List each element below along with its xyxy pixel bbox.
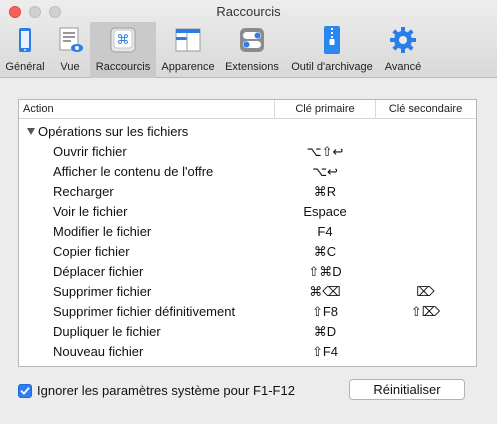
table-row[interactable]: Nouveau fichier ⇧F4	[19, 342, 476, 362]
table-row[interactable]: Recharger ⌘R	[19, 182, 476, 202]
table-row[interactable]: Supprimer fichier ⌘⌫ ⌦	[19, 282, 476, 302]
tab-advanced-label: Avancé	[384, 61, 422, 73]
list-eye-icon	[55, 25, 85, 55]
row-secondary-key[interactable]: ⇧⌦	[375, 304, 476, 320]
tab-extensions-label: Extensions	[225, 61, 279, 73]
row-primary-key[interactable]: ⌘R	[275, 184, 375, 200]
row-primary-key[interactable]: ⇧F4	[275, 344, 375, 360]
row-primary-key[interactable]: ⇧F8	[275, 304, 375, 320]
column-header-secondary[interactable]: Clé secondaire	[375, 103, 476, 115]
window-layout-icon	[173, 25, 203, 55]
row-primary-key[interactable]: ⌥⇧↩	[275, 144, 375, 160]
checkmark-icon	[20, 386, 30, 394]
row-action: Supprimer fichier définitivement	[53, 304, 236, 319]
tab-view-label: Vue	[60, 61, 80, 73]
row-primary-key[interactable]: ⇧⌘D	[275, 264, 375, 280]
command-key-icon: ⌘	[108, 25, 138, 55]
row-action: Copier fichier	[53, 244, 130, 259]
row-action: Ouvrir fichier	[53, 144, 127, 159]
table-row[interactable]: Copier fichier ⌘C	[19, 242, 476, 262]
table-header: Action Clé primaire Clé secondaire	[19, 100, 476, 119]
group-label: Opérations sur les fichiers	[38, 124, 189, 139]
toggle-switches-icon	[237, 25, 267, 55]
tab-general-label: Général	[5, 61, 45, 73]
row-primary-key[interactable]: Espace	[275, 204, 375, 219]
table-row[interactable]: Modifier le fichier F4	[19, 222, 476, 242]
row-action: Recharger	[53, 184, 114, 199]
tab-archive-tool-label: Outil d'archivage	[291, 61, 373, 73]
table-row[interactable]: Voir le fichier Espace	[19, 202, 476, 222]
tab-advanced[interactable]: Avancé	[380, 22, 426, 78]
row-primary-key[interactable]: ⌘D	[275, 324, 375, 340]
row-action: Dupliquer le fichier	[53, 324, 161, 339]
window-title: Raccourcis	[216, 4, 281, 19]
tab-shortcuts-label: Raccourcis	[95, 61, 151, 73]
tab-appearance[interactable]: Apparence	[156, 22, 220, 78]
tab-general[interactable]: Général	[0, 22, 50, 78]
table-row[interactable]: Ouvrir fichier ⌥⇧↩	[19, 142, 476, 162]
row-action: Afficher le contenu de l'offre	[53, 164, 214, 179]
table-row[interactable]: Supprimer fichier définitivement ⇧F8 ⇧⌦	[19, 302, 476, 322]
row-primary-key[interactable]: ⌥↩	[275, 164, 375, 180]
shortcuts-table: Action Clé primaire Clé secondaire Opéra…	[18, 99, 477, 367]
zip-archive-icon	[317, 25, 347, 55]
column-header-action[interactable]: Action	[23, 103, 54, 115]
reset-button[interactable]: Réinitialiser	[349, 379, 465, 400]
row-action: Déplacer fichier	[53, 264, 144, 279]
disclosure-triangle-icon[interactable]	[27, 128, 35, 135]
preferences-window: Raccourcis Général Vue ⌘ Raccourcis Appa…	[0, 0, 497, 424]
group-row-file-operations[interactable]: Opérations sur les fichiers	[27, 124, 188, 139]
tab-view[interactable]: Vue	[50, 22, 90, 78]
ignore-system-f-keys-checkbox[interactable]	[18, 383, 32, 398]
table-row[interactable]: Dupliquer le fichier ⌘D	[19, 322, 476, 342]
gear-icon	[388, 25, 418, 55]
tab-shortcuts[interactable]: ⌘ Raccourcis	[90, 22, 156, 78]
row-action: Modifier le fichier	[53, 224, 152, 239]
row-primary-key[interactable]: F4	[275, 224, 375, 239]
tab-appearance-label: Apparence	[161, 61, 215, 73]
phone-device-icon	[10, 25, 40, 55]
row-primary-key[interactable]: ⌘C	[275, 244, 375, 260]
window-toolbar: Raccourcis Général Vue ⌘ Raccourcis Appa…	[0, 0, 497, 78]
row-primary-key[interactable]: ⌘⌫	[275, 284, 375, 300]
tab-archive-tool[interactable]: Outil d'archivage	[284, 22, 380, 78]
row-action: Nouveau fichier	[53, 344, 144, 359]
row-secondary-key[interactable]: ⌦	[375, 284, 476, 300]
table-row[interactable]: Afficher le contenu de l'offre ⌥↩	[19, 162, 476, 182]
table-row[interactable]: Déplacer fichier ⇧⌘D	[19, 262, 476, 282]
column-header-primary[interactable]: Clé primaire	[275, 103, 375, 115]
preferences-tabs: Général Vue ⌘ Raccourcis Apparence Exten…	[0, 22, 426, 78]
row-action: Supprimer fichier	[53, 284, 152, 299]
ignore-system-f-keys-option[interactable]: Ignorer les paramètres système pour F1-F…	[18, 383, 295, 398]
row-action: Voir le fichier	[53, 204, 128, 219]
tab-extensions[interactable]: Extensions	[220, 22, 284, 78]
svg-text:⌘: ⌘	[117, 33, 130, 48]
ignore-system-f-keys-label: Ignorer les paramètres système pour F1-F…	[37, 383, 295, 398]
